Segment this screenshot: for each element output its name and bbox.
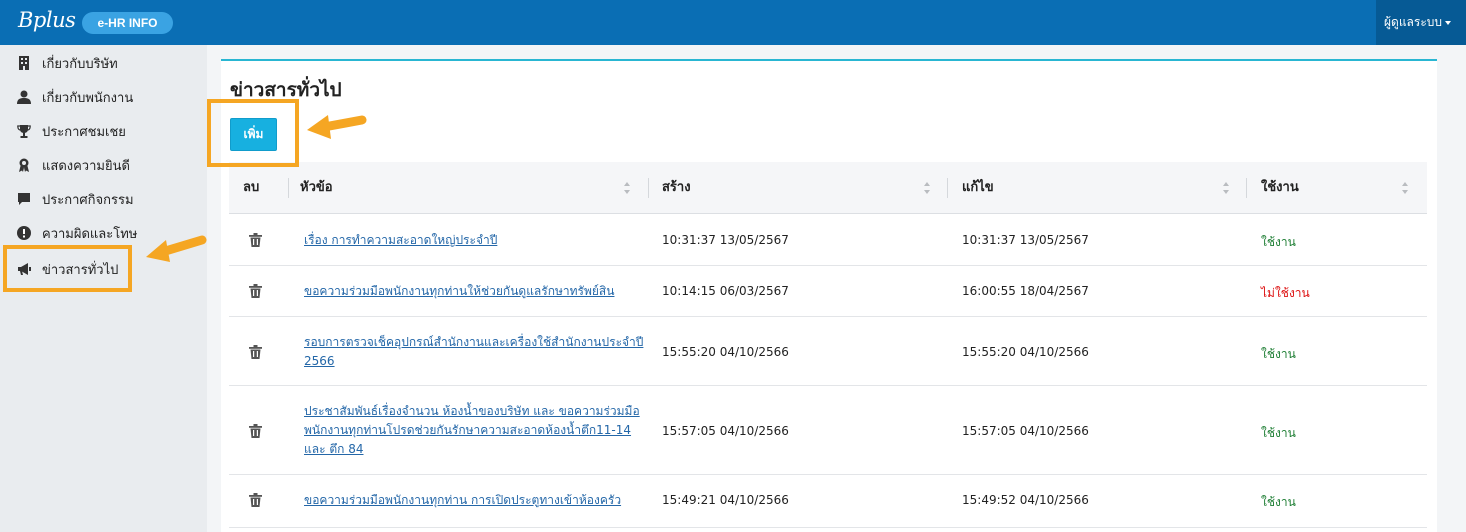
modified-date: 15:57:05 04/10/2566 bbox=[962, 424, 1089, 438]
modified-date: 16:00:55 18/04/2567 bbox=[962, 284, 1089, 298]
column-divider bbox=[288, 178, 289, 198]
news-title-link[interactable]: ขอความร่วมมือพนักงานทุกท่าน การเปิดประตู… bbox=[304, 491, 644, 510]
sort-icon[interactable] bbox=[1401, 181, 1409, 195]
ehr-info-badge: e-HR INFO bbox=[82, 12, 173, 34]
news-title-link[interactable]: รอบการตรวจเช็คอุปกรณ์สำนักงานและเครื่องใ… bbox=[304, 333, 644, 371]
sidebar-item-label: เกี่ยวกับบริษัท bbox=[42, 56, 118, 72]
table-header: ลบ หัวข้อ สร้าง แก้ไข ใช้งาน bbox=[229, 162, 1427, 214]
status-badge: ใช้งาน bbox=[1261, 347, 1296, 361]
column-header-modified[interactable]: แก้ไข bbox=[962, 162, 994, 214]
news-title-link[interactable]: ขอความร่วมมือพนักงานทุกท่านให้ช่วยกันดูแ… bbox=[304, 282, 644, 301]
status-badge: ใช้งาน bbox=[1261, 495, 1296, 509]
created-date: 10:31:37 13/05/2567 bbox=[662, 233, 789, 247]
sidebar-item-label: ประกาศกิจกรรม bbox=[42, 192, 134, 208]
add-button-highlight-box bbox=[207, 99, 299, 167]
trash-icon[interactable] bbox=[249, 493, 262, 507]
table-row: ประชาสัมพันธ์เรื่องจำนวน ห้องน้ำของบริษั… bbox=[229, 386, 1427, 475]
column-header-status[interactable]: ใช้งาน bbox=[1261, 162, 1299, 214]
sidebar-item-congratulations[interactable]: แสดงความยินดี bbox=[14, 153, 204, 177]
column-divider bbox=[947, 178, 948, 198]
sort-icon[interactable] bbox=[623, 181, 631, 195]
arrow-left-icon bbox=[146, 235, 207, 262]
user-icon bbox=[14, 89, 34, 105]
modified-date: 10:31:37 13/05/2567 bbox=[962, 233, 1089, 247]
created-date: 15:57:05 04/10/2566 bbox=[662, 424, 789, 438]
top-navbar: Bplus e-HR INFO ผู้ดูแลระบบ bbox=[0, 0, 1466, 45]
exclamation-circle-icon bbox=[14, 225, 34, 241]
table-row: ขอความร่วมมือพนักงานทุกท่าน การเปิดประตู… bbox=[229, 475, 1427, 528]
trash-icon[interactable] bbox=[249, 233, 262, 247]
sidebar-item-label: ความผิดและโทษ bbox=[42, 226, 138, 242]
comment-icon bbox=[14, 191, 34, 207]
column-divider bbox=[1246, 178, 1247, 198]
column-divider bbox=[648, 178, 649, 198]
column-header-delete: ลบ bbox=[243, 180, 260, 195]
arrow-left-icon bbox=[307, 115, 367, 139]
user-menu-label: ผู้ดูแลระบบ bbox=[1384, 15, 1443, 29]
table-row: รอบการตรวจเช็คอุปกรณ์สำนักงานและเครื่องใ… bbox=[229, 317, 1427, 386]
created-date: 15:55:20 04/10/2566 bbox=[662, 345, 789, 359]
status-badge: ใช้งาน bbox=[1261, 235, 1296, 249]
modified-date: 15:55:20 04/10/2566 bbox=[962, 345, 1089, 359]
award-icon bbox=[14, 157, 34, 173]
column-header-topic[interactable]: หัวข้อ bbox=[300, 162, 333, 214]
sidebar-item-company[interactable]: เกี่ยวกับบริษัท bbox=[14, 51, 204, 75]
table-row: เรื่อง การทำความสะอาดใหญ่ประจำปี 10:31:3… bbox=[229, 214, 1427, 266]
sidebar-item-label: ประกาศชมเชย bbox=[42, 124, 126, 140]
column-header-created[interactable]: สร้าง bbox=[662, 162, 691, 214]
sidebar-item-label: เกี่ยวกับพนักงาน bbox=[42, 90, 134, 106]
sidebar-item-employee[interactable]: เกี่ยวกับพนักงาน bbox=[14, 85, 204, 109]
sort-icon[interactable] bbox=[1222, 181, 1230, 195]
news-title-link[interactable]: เรื่อง การทำความสะอาดใหญ่ประจำปี bbox=[304, 231, 644, 250]
sidebar-item-commendation[interactable]: ประกาศชมเชย bbox=[14, 119, 204, 143]
created-date: 10:14:15 06/03/2567 bbox=[662, 284, 789, 298]
bplus-logo[interactable]: Bplus bbox=[18, 8, 76, 32]
status-badge: ใช้งาน bbox=[1261, 426, 1296, 440]
news-card: ข่าวสารทั่วไป เพิ่ม ลบ หัวข้อ สร้าง แก้ไ… bbox=[221, 59, 1437, 532]
user-menu-dropdown[interactable]: ผู้ดูแลระบบ bbox=[1376, 0, 1466, 45]
building-icon bbox=[14, 55, 34, 71]
sidebar-item-activities[interactable]: ประกาศกิจกรรม bbox=[14, 187, 204, 211]
news-title-link[interactable]: ประชาสัมพันธ์เรื่องจำนวน ห้องน้ำของบริษั… bbox=[304, 402, 644, 459]
created-date: 15:49:21 04/10/2566 bbox=[662, 493, 789, 507]
status-badge: ไม่ใช้งาน bbox=[1261, 286, 1310, 300]
sidebar-highlight-box bbox=[3, 245, 132, 292]
main-content: ข่าวสารทั่วไป เพิ่ม ลบ หัวข้อ สร้าง แก้ไ… bbox=[207, 45, 1466, 532]
sidebar-item-label: แสดงความยินดี bbox=[42, 158, 130, 174]
trash-icon[interactable] bbox=[249, 345, 262, 359]
trash-icon[interactable] bbox=[249, 424, 262, 438]
sort-icon[interactable] bbox=[923, 181, 931, 195]
trophy-icon bbox=[14, 123, 34, 139]
trash-icon[interactable] bbox=[249, 284, 262, 298]
caret-down-icon bbox=[1445, 20, 1452, 25]
modified-date: 15:49:52 04/10/2566 bbox=[962, 493, 1089, 507]
table-row: ขอความร่วมมือพนักงานทุกท่านให้ช่วยกันดูแ… bbox=[229, 266, 1427, 317]
